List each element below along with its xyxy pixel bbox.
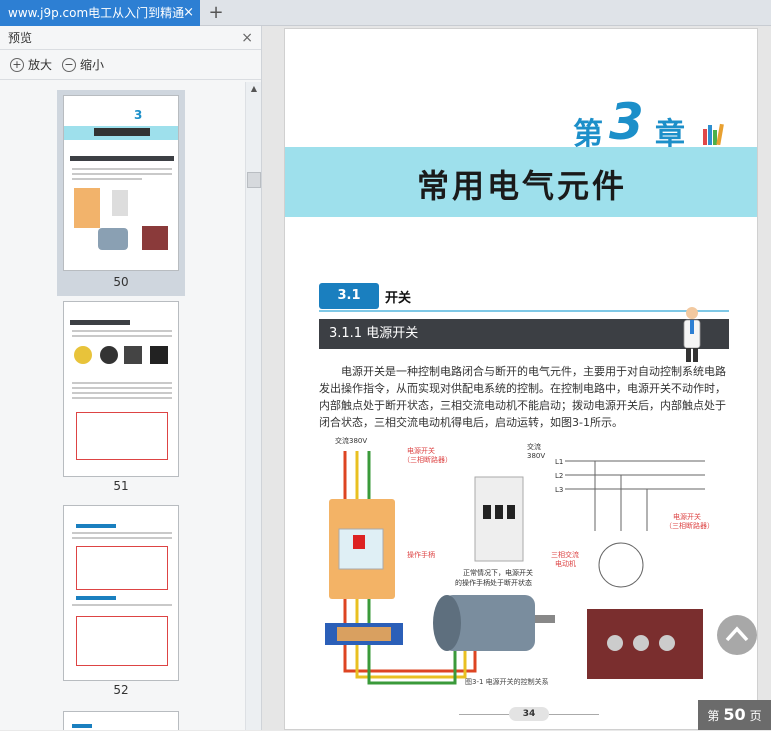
subsection-heading: 3.1.1 电源开关 bbox=[319, 319, 729, 349]
page-number-rule-left bbox=[459, 714, 509, 715]
thumbnail-image bbox=[63, 301, 179, 477]
tab-bar: www.j9p.com电工从入门到精通 × + bbox=[0, 0, 771, 26]
figure-label-l2: L2 bbox=[555, 472, 563, 480]
chapter-title-band: 常用电气元件 bbox=[285, 147, 757, 217]
sidebar-header: 预览 × bbox=[0, 26, 261, 50]
scrollbar-thumb[interactable] bbox=[247, 172, 261, 188]
zoom-toolbar: + 放大 − 缩小 bbox=[0, 50, 261, 80]
chevron-up-icon bbox=[725, 626, 749, 642]
thumbnail-page-50[interactable]: 3 50 bbox=[57, 90, 185, 296]
printed-page-number: 34 bbox=[509, 707, 549, 721]
thumb-subbar bbox=[70, 156, 174, 161]
body-paragraph: 电源开关是一种控制电路闭合与断开的电气元件，主要用于对自动控制系统电路发出操作指… bbox=[319, 365, 726, 429]
figure-label-power-switch: 电源开关 bbox=[407, 446, 435, 455]
figure-label-breaker: （三相断路器） bbox=[403, 455, 452, 464]
thumb-figure-breaker bbox=[112, 190, 128, 216]
preview-sidebar: 预览 × + 放大 − 缩小 3 50 51 52 ▲ bbox=[0, 26, 262, 730]
figure-note-line2: 的操作手柄处于断开状态 bbox=[455, 578, 532, 587]
thumbnail-page-53-partial[interactable] bbox=[57, 706, 185, 730]
zoom-out-label: 缩小 bbox=[80, 58, 105, 72]
figure-label-l1: L1 bbox=[555, 458, 563, 466]
figure-label-motor2: 电动机 bbox=[555, 559, 576, 568]
sidebar-close-icon[interactable]: × bbox=[241, 26, 253, 50]
thumb-figure-motor bbox=[98, 228, 128, 250]
tab-title: www.j9p.com电工从入门到精通 bbox=[8, 6, 185, 20]
section-title: 开关 bbox=[385, 291, 412, 306]
teacher-illustration bbox=[683, 307, 701, 362]
page-indicator-number: 50 bbox=[723, 705, 746, 724]
figure-label-ac380v: 交流380V bbox=[335, 436, 367, 445]
chapter-title: 常用电气元件 bbox=[416, 167, 627, 205]
thumbnail-list: 3 50 51 52 bbox=[0, 82, 245, 730]
section-underline bbox=[319, 310, 729, 312]
tab-close-icon[interactable]: × bbox=[183, 0, 194, 26]
chapter-number: 3 bbox=[609, 93, 644, 151]
thumbnail-image: 3 bbox=[63, 95, 179, 271]
thumb-chapter-mark: 3 bbox=[134, 108, 143, 122]
figure-label-handle: 操作手柄 bbox=[407, 550, 435, 559]
scroll-to-top-button[interactable] bbox=[717, 615, 757, 655]
zoom-in-button[interactable]: + 放大 bbox=[10, 56, 52, 73]
figure-label-switch-right2: （三相断路器） bbox=[665, 521, 714, 530]
figure-caption: 图3-1 电源开关的控制关系 bbox=[465, 678, 549, 686]
figure-note-line1: 正常情况下，电源开关 bbox=[463, 568, 533, 577]
thumb-figure-photo bbox=[142, 226, 168, 250]
sidebar-title: 预览 bbox=[8, 31, 33, 45]
sidebar-scrollbar[interactable]: ▲ bbox=[245, 82, 261, 730]
document-view[interactable]: 第 3 章 常用电气元件 3.1 开关 3.1.1 电源开关 电源开关是一种控制… bbox=[262, 26, 771, 730]
section-number-badge: 3.1 bbox=[319, 283, 379, 309]
thumbnail-image bbox=[63, 505, 179, 681]
page-indicator-prefix: 第 bbox=[707, 709, 720, 723]
figure-label-l3: L3 bbox=[555, 486, 563, 494]
figure-power-switch-diagram: 交流380V 电源开关 （三相断路器） 交流 380V 操作手柄 正常情况下，电… bbox=[325, 436, 714, 685]
thumbnail-page-number: 51 bbox=[113, 479, 129, 493]
page-number-rule-right bbox=[549, 714, 599, 715]
thumbnail-page-51[interactable]: 51 bbox=[57, 296, 185, 502]
document-page: 第 3 章 常用电气元件 3.1 开关 3.1.1 电源开关 电源开关是一种控制… bbox=[284, 28, 758, 730]
thumbnail-page-number: 52 bbox=[113, 683, 129, 697]
figure-label-motor1: 三相交流 bbox=[551, 550, 579, 559]
zoom-out-icon: − bbox=[62, 57, 77, 72]
thumbnail-page-52[interactable]: 52 bbox=[57, 500, 185, 706]
thumb-figure-switch bbox=[74, 188, 100, 228]
zoom-in-icon: + bbox=[10, 57, 24, 72]
figure-label-ac: 交流 bbox=[527, 442, 541, 451]
page-indicator-suffix: 页 bbox=[749, 709, 762, 723]
thumbnail-image bbox=[63, 711, 179, 730]
figure-label-380v: 380V bbox=[527, 452, 545, 460]
zoom-in-label: 放大 bbox=[28, 58, 53, 72]
books-icon bbox=[703, 123, 724, 145]
figure-label-switch-right1: 电源开关 bbox=[673, 512, 701, 521]
document-tab[interactable]: www.j9p.com电工从入门到精通 × bbox=[0, 0, 200, 26]
scroll-up-icon[interactable]: ▲ bbox=[246, 82, 262, 96]
thumbnail-page-number: 50 bbox=[113, 275, 129, 289]
zoom-out-button[interactable]: − 缩小 bbox=[62, 56, 104, 73]
thumb-title-text bbox=[94, 128, 150, 136]
page-indicator: 第 50 页 bbox=[698, 700, 771, 730]
new-tab-button[interactable]: + bbox=[206, 2, 226, 24]
